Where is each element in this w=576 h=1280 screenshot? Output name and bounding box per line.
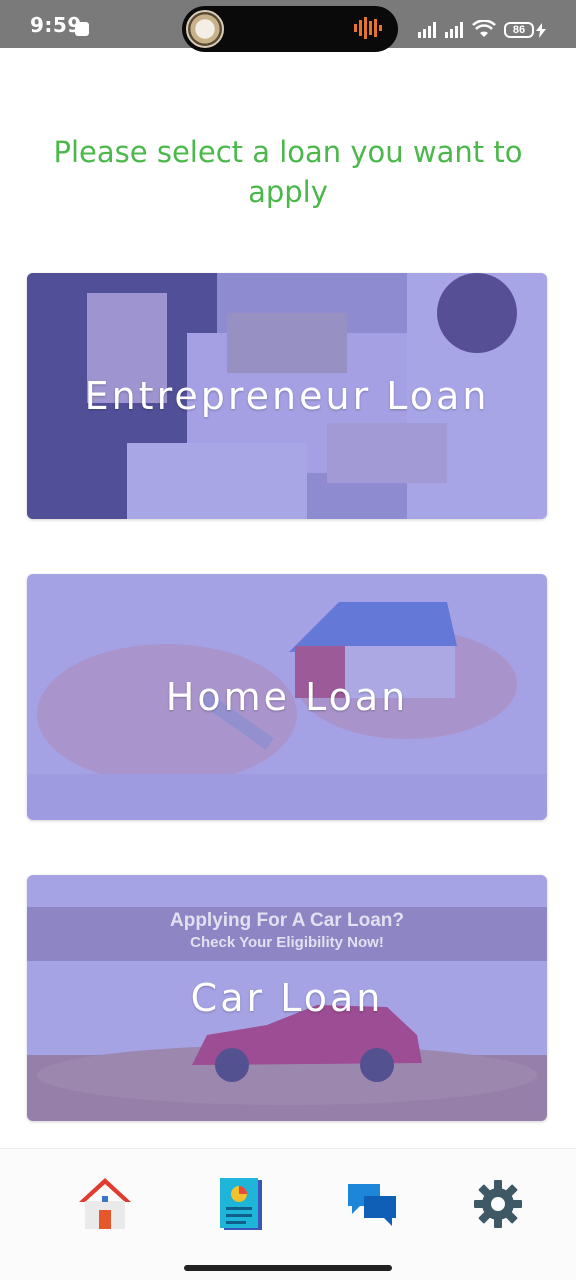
signal-icon [418, 22, 436, 38]
report-icon[interactable] [210, 1174, 270, 1234]
battery-indicator: 86 [504, 22, 534, 38]
page-heading: Please select a loan you want to apply [53, 135, 523, 209]
home-icon[interactable] [75, 1174, 135, 1234]
notification-icon [75, 22, 89, 36]
status-time: 9:59 [30, 13, 82, 37]
gear-icon[interactable] [468, 1174, 528, 1234]
signal-icon-2 [445, 22, 463, 38]
entrepreneur-loan-card[interactable]: Entrepreneur Loan [27, 273, 547, 519]
media-avatar-icon [186, 10, 224, 48]
status-bar: 9:59 86 [0, 0, 576, 52]
chat-icon[interactable] [342, 1174, 402, 1234]
entrepreneur-loan-label: Entrepreneur Loan [84, 374, 490, 418]
wifi-icon [472, 20, 496, 37]
audio-wave-icon [354, 17, 382, 39]
home-loan-label: Home Loan [165, 675, 409, 719]
charging-icon [536, 23, 546, 38]
home-loan-card[interactable]: Home Loan [27, 574, 547, 820]
home-indicator[interactable] [184, 1265, 392, 1271]
car-loan-card[interactable]: Applying For A Car Loan? Check Your Elig… [27, 875, 547, 1121]
car-loan-label: Car Loan [190, 976, 384, 1020]
